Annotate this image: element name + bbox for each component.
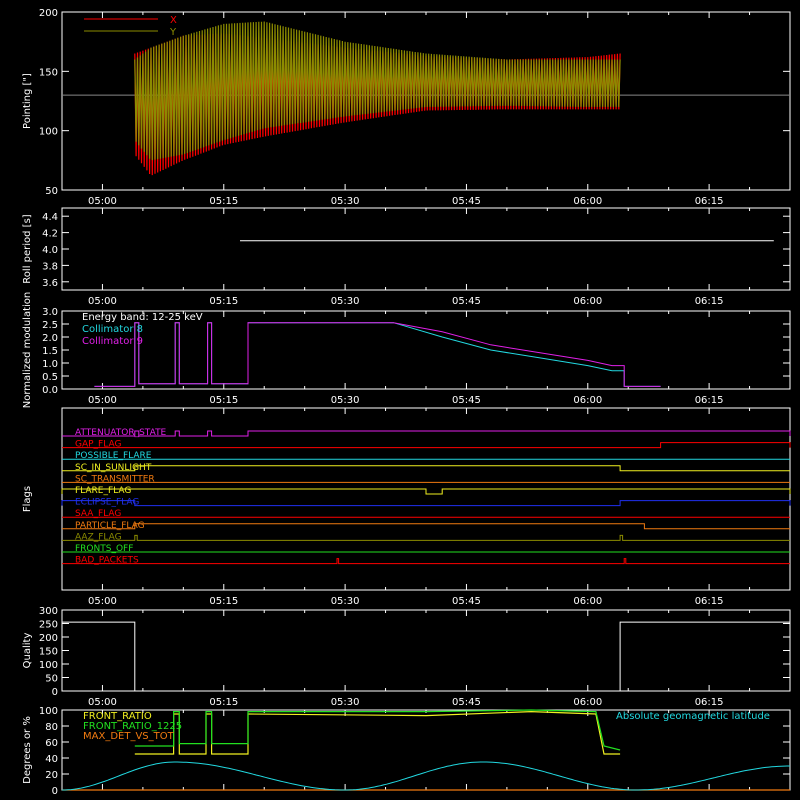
y-tick-label: 4.2 (42, 229, 58, 240)
x-tick-label: 05:00 (88, 196, 117, 207)
y-tick-label: 50 (45, 186, 58, 197)
x-tick-label: 06:15 (695, 596, 724, 607)
y-tick-label: 40 (45, 754, 58, 765)
y-tick-label: 4.4 (42, 212, 58, 223)
y-tick-label: 150 (39, 67, 58, 78)
y-tick-label: 2.5 (42, 320, 58, 331)
legend-label-y: Y (169, 27, 177, 38)
y-axis-label: Quality (22, 633, 33, 669)
y-tick-label: 100 (39, 127, 58, 138)
y-tick-label: 3.0 (42, 307, 58, 318)
y-tick-label: 1.0 (42, 359, 58, 370)
legend-label-absolute-geomagnetic-latitude: Absolute geomagnetic latitude (616, 711, 770, 722)
x-tick-label: 05:30 (331, 596, 360, 607)
flag-label-aaz_flag: AAZ_FLAG (75, 532, 122, 542)
legend-label-collimator-8: Collimator 8 (82, 324, 143, 335)
y-axis-label: Degrees or % (22, 716, 33, 784)
y-tick-label: 0 (52, 786, 58, 797)
flag-label-eclipse_flag: ECLIPSE_FLAG (75, 498, 139, 508)
y-tick-label: 100 (39, 706, 58, 717)
legend-label-max-det-vs-tot: MAX_DET_VS_TOT (83, 731, 175, 742)
figure-canvas: 05:00 05:15 05:30 05:45 06:00 06:15 Pointing [… (0, 0, 800, 800)
y-axis-label: Roll period [s] (22, 214, 33, 283)
x-tick-label: 05:45 (452, 296, 481, 307)
y-tick-label: 0.0 (42, 385, 58, 396)
flag-label-sc_transmitter: SC_TRANSMITTER (75, 474, 155, 484)
x-tick-label: 05:45 (452, 196, 481, 207)
x-tick-label: 06:00 (573, 697, 602, 708)
y-tick-label: 3.8 (42, 261, 58, 272)
y-tick-label: 1.5 (42, 346, 58, 357)
flag-label-gap_flag: GAP_FLAG (75, 440, 121, 450)
y-tick-label: 80 (45, 722, 58, 733)
x-tick-label: 05:00 (88, 596, 117, 607)
x-tick-label: 06:15 (695, 196, 724, 207)
y-tick-label: 200 (39, 633, 58, 644)
x-tick-label: 05:15 (209, 196, 238, 207)
x-tick-label: 05:30 (331, 395, 360, 406)
flag-label-particle_flag: PARTICLE_FLAG (75, 521, 145, 531)
x-tick-label: 05:45 (452, 395, 481, 406)
x-tick-label: 05:15 (209, 395, 238, 406)
y-tick-label: 3.6 (42, 278, 58, 289)
y-tick-label: 50 (45, 674, 58, 685)
y-tick-label: 300 (39, 606, 58, 617)
legend-label-collimator-9: Collimator 9 (82, 336, 143, 347)
y-tick-label: 150 (39, 647, 58, 658)
flag-label-attenuator_state: ATTENUATOR_STATE (75, 428, 167, 438)
flag-label-saa_flag: SAA_FLAG (75, 509, 121, 519)
y-tick-label: 0 (52, 687, 58, 698)
y-tick-label: 250 (39, 620, 58, 631)
x-tick-label: 05:00 (88, 395, 117, 406)
y-tick-label: 4.0 (42, 245, 58, 256)
y-axis-label: Normalized modulation (22, 292, 33, 409)
x-tick-label: 06:00 (573, 596, 602, 607)
x-tick-label: 06:15 (695, 296, 724, 307)
x-tick-label: 05:15 (209, 596, 238, 607)
y-tick-label: 20 (45, 770, 58, 781)
flag-label-sc_in_sunlight: SC_IN_SUNLIGHT (75, 463, 152, 473)
legend-title: Energy band: 12-25 keV (82, 312, 203, 323)
y-tick-label: 0.5 (42, 372, 58, 383)
flag-label-possible_flare: POSSIBLE_FLARE (75, 451, 152, 461)
x-tick-label: 06:15 (695, 395, 724, 406)
x-tick-label: 05:30 (331, 296, 360, 307)
x-tick-label: 05:15 (209, 697, 238, 708)
x-tick-label: 06:00 (573, 196, 602, 207)
flag-label-fronts_off: FRONTS_OFF (75, 544, 133, 554)
legend-label-x: X (170, 15, 177, 26)
x-tick-label: 06:00 (573, 395, 602, 406)
y-axis-label: Pointing ["] (22, 73, 33, 129)
x-tick-label: 06:00 (573, 296, 602, 307)
x-tick-label: 05:30 (331, 196, 360, 207)
x-tick-label: 06:15 (695, 697, 724, 708)
y-tick-label: 60 (45, 738, 58, 749)
x-tick-label: 05:45 (452, 596, 481, 607)
x-tick-label: 05:15 (209, 296, 238, 307)
y-tick-label: 2.0 (42, 333, 58, 344)
flag-label-flare_flag: FLARE_FLAG (75, 486, 131, 496)
x-tick-label: 05:00 (88, 697, 117, 708)
flag-label-bad_packets: BAD_PACKETS (75, 556, 139, 566)
y-axis-label: Flags (22, 486, 33, 512)
y-tick-label: 200 (39, 8, 58, 19)
x-tick-label: 05:45 (452, 697, 481, 708)
y-tick-label: 100 (39, 660, 58, 671)
x-tick-label: 05:00 (88, 296, 117, 307)
x-tick-label: 05:30 (331, 697, 360, 708)
